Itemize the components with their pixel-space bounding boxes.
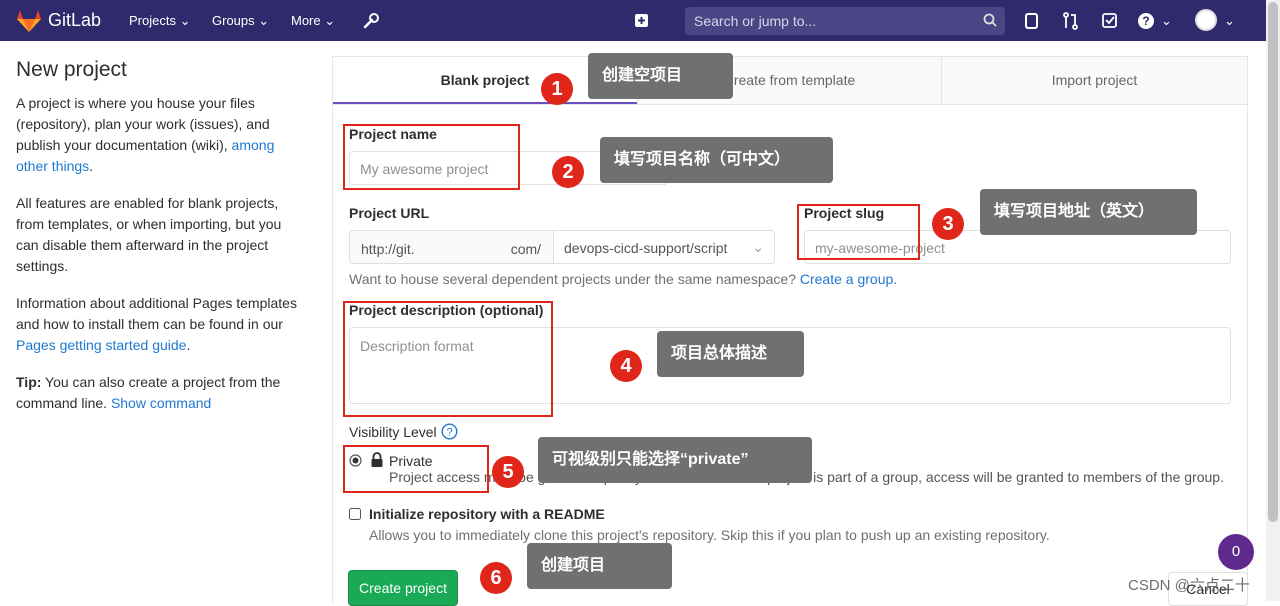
readme-label[interactable]: Initialize repository with a README — [369, 506, 605, 522]
namespace-select[interactable]: devops-cicd-support/script ⌄ — [553, 230, 775, 264]
nav-more-label: More — [291, 13, 321, 28]
annotation-number-1: 1 — [541, 73, 573, 105]
namespace-note-text: Want to house several dependent projects… — [349, 271, 800, 287]
help-icon[interactable]: ? — [441, 423, 458, 440]
left-info-column: New project — [16, 58, 306, 82]
avatar[interactable] — [1195, 9, 1217, 31]
readme-checkbox[interactable] — [349, 508, 361, 520]
project-url-label: Project URL — [349, 205, 430, 221]
redacted-domain — [414, 240, 511, 254]
svg-text:?: ? — [1142, 14, 1149, 28]
intro-paragraph: A project is where you house your files … — [16, 93, 306, 177]
pages-paragraph: Information about additional Pages templ… — [16, 293, 306, 356]
show-command-link[interactable]: Show command — [111, 395, 211, 411]
nav-more[interactable]: More ⌄ — [291, 13, 335, 29]
merge-request-icon[interactable] — [1061, 11, 1081, 31]
tab-import-project[interactable]: Import project — [941, 57, 1247, 104]
todo-icon[interactable] — [1100, 11, 1120, 31]
readme-help-text: Allows you to immediately clone this pro… — [369, 527, 1050, 543]
gitlab-logo-icon[interactable] — [16, 9, 42, 33]
notification-badge[interactable]: 0 — [1218, 534, 1254, 570]
create-group-link[interactable]: Create a group. — [800, 271, 897, 287]
help-icon[interactable]: ? — [1137, 11, 1157, 31]
annotation-number-4: 4 — [610, 350, 642, 382]
page-title: New project — [16, 58, 127, 81]
nav-groups[interactable]: Groups ⌄ — [212, 13, 269, 29]
namespace-value: devops-cicd-support/script — [564, 240, 728, 256]
annotation-callout-5: 可视级别只能选择“private” — [538, 437, 812, 483]
annotation-number-3: 3 — [932, 208, 964, 240]
nav-projects[interactable]: Projects ⌄ — [129, 13, 191, 29]
annotation-callout-6: 创建项目 — [527, 543, 672, 589]
pages-guide-link[interactable]: Pages getting started guide — [16, 337, 186, 353]
project-url-prefix: http://git. com/ — [349, 230, 553, 264]
annotation-box-description — [343, 301, 553, 417]
chevron-down-icon: ⌄ — [179, 13, 191, 28]
annotation-callout-1: 创建空项目 — [588, 53, 733, 99]
project-type-tabs: Blank project Create from template Impor… — [332, 56, 1248, 105]
annotation-box-visibility — [343, 445, 489, 493]
nav-projects-label: Projects — [129, 13, 176, 28]
annotation-callout-4: 项目总体描述 — [657, 331, 804, 377]
annotation-callout-2: 填写项目名称（可中文） — [600, 137, 833, 183]
annotation-number-6: 6 — [480, 562, 512, 594]
annotation-box-slug — [797, 204, 920, 260]
search-icon — [983, 13, 997, 27]
pages-end: . — [186, 337, 191, 353]
plus-icon[interactable] — [632, 11, 652, 31]
annotation-callout-3: 填写项目地址（英文） — [980, 189, 1197, 235]
pages-text: Information about additional Pages templ… — [16, 295, 297, 332]
intro-end: . — [89, 158, 94, 174]
annotation-number-5: 5 — [492, 456, 524, 488]
url-prefix-text: http://git. — [361, 241, 415, 257]
chevron-down-icon: ⌄ — [752, 239, 764, 255]
nav-groups-label: Groups — [212, 13, 255, 28]
tip-label: Tip: — [16, 374, 42, 390]
chevron-down-icon[interactable]: ⌄ — [1161, 13, 1172, 29]
annotation-number-2: 2 — [552, 156, 584, 188]
url-prefix-end: com/ — [510, 241, 542, 257]
visibility-level-label: Visibility Level — [349, 424, 437, 440]
chevron-down-icon: ⌄ — [258, 13, 270, 28]
namespace-note: Want to house several dependent projects… — [349, 271, 897, 287]
annotation-box-name — [343, 124, 520, 190]
scrollbar-thumb[interactable] — [1268, 2, 1278, 522]
wrench-icon[interactable] — [361, 11, 381, 31]
issues-icon[interactable] — [1022, 11, 1042, 31]
top-navbar: GitLab Projects ⌄ Groups ⌄ More ⌄ Search… — [0, 0, 1266, 41]
search-input[interactable]: Search or jump to... — [685, 7, 1005, 35]
features-paragraph: All features are enabled for blank proje… — [16, 195, 282, 274]
search-placeholder: Search or jump to... — [694, 13, 817, 29]
chevron-down-icon[interactable]: ⌄ — [1224, 13, 1235, 29]
watermark: CSDN @六点二十 — [1128, 577, 1250, 594]
tip-paragraph: Tip: You can also create a project from … — [16, 372, 306, 414]
chevron-down-icon: ⌄ — [324, 13, 336, 28]
brand-name[interactable]: GitLab — [48, 10, 101, 31]
svg-text:?: ? — [446, 427, 452, 439]
